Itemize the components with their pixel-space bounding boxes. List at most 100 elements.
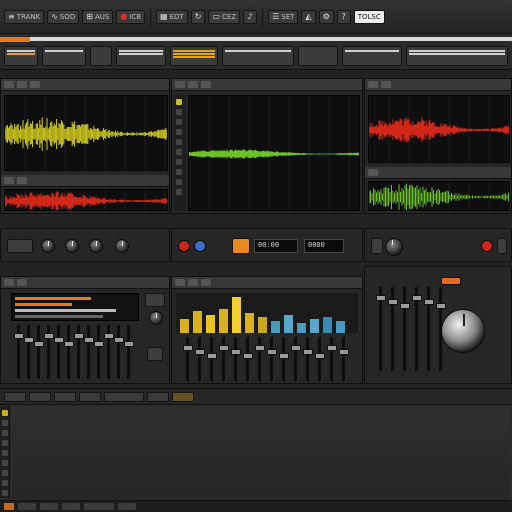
fader-track[interactable]: [97, 325, 100, 379]
menu-button[interactable]: ≡ TRANK: [4, 9, 45, 24]
fader-cap[interactable]: [63, 341, 74, 347]
fader-cap[interactable]: [399, 303, 410, 309]
send-knob[interactable]: [89, 239, 103, 253]
clip-led-button[interactable]: [481, 240, 493, 252]
fx-button[interactable]: [371, 238, 383, 254]
waveform-button[interactable]: ∿ SOD: [47, 9, 80, 24]
status-item[interactable]: [84, 503, 114, 510]
edit-mode-box[interactable]: [116, 46, 166, 66]
grid-box[interactable]: [342, 46, 402, 66]
loop-button[interactable]: ↻: [190, 9, 206, 24]
bank-select-button[interactable]: [147, 347, 163, 361]
tab-automation[interactable]: [172, 391, 194, 402]
record-button[interactable]: ● ICB: [116, 9, 146, 24]
master-gain-knob[interactable]: [385, 238, 403, 256]
fader-track[interactable]: [246, 337, 249, 381]
status-item[interactable]: [18, 503, 36, 510]
fader-cap[interactable]: [326, 345, 337, 351]
solo-button[interactable]: [232, 238, 250, 254]
fader-track[interactable]: [282, 337, 285, 381]
fader-cap[interactable]: [113, 337, 124, 343]
fader-cap[interactable]: [266, 349, 277, 355]
tab-browser[interactable]: [79, 391, 101, 402]
fader-track[interactable]: [222, 337, 225, 381]
fader-cap[interactable]: [435, 303, 446, 309]
fader-track[interactable]: [27, 325, 30, 379]
fader-cap[interactable]: [302, 349, 313, 355]
status-item[interactable]: [118, 503, 136, 510]
inspector-box[interactable]: [406, 46, 508, 66]
fader-cap[interactable]: [93, 341, 104, 347]
waveform-display-green-small[interactable]: [368, 181, 510, 211]
bus-knob[interactable]: [149, 311, 163, 325]
fader-track[interactable]: [342, 337, 345, 381]
fader-cap[interactable]: [206, 353, 217, 359]
fader-track[interactable]: [67, 325, 70, 379]
list-button[interactable]: ☰ SET: [268, 9, 299, 24]
grid-button[interactable]: ▦ EDT: [156, 9, 188, 24]
fader-cap[interactable]: [254, 345, 265, 351]
fader-track[interactable]: [270, 337, 273, 381]
clip-button[interactable]: ▭ CEZ: [208, 9, 241, 24]
fader-track[interactable]: [210, 337, 213, 381]
status-item[interactable]: [62, 503, 80, 510]
fader-cap[interactable]: [314, 353, 325, 359]
waveform-display-red[interactable]: [4, 189, 168, 211]
fader-cap[interactable]: [242, 353, 253, 359]
fader-track[interactable]: [186, 337, 189, 381]
mute-button[interactable]: [7, 239, 33, 253]
waveform-display-yellow[interactable]: [4, 95, 168, 171]
tab-tracks[interactable]: [4, 391, 26, 402]
fader-track[interactable]: [258, 337, 261, 381]
fader-cap[interactable]: [423, 299, 434, 305]
help-button[interactable]: ?: [336, 9, 351, 24]
fader-track[interactable]: [318, 337, 321, 381]
fader-track[interactable]: [57, 325, 60, 379]
fader-track[interactable]: [403, 287, 406, 371]
position-box[interactable]: [222, 46, 294, 66]
tab-mixer[interactable]: [147, 391, 169, 402]
fader-cap[interactable]: [338, 349, 349, 355]
fader-cap[interactable]: [33, 341, 44, 347]
tab-clips[interactable]: [29, 391, 51, 402]
mixer-button[interactable]: ⊞ AUS: [82, 9, 114, 24]
fader-cap[interactable]: [194, 349, 205, 355]
record-button[interactable]: [178, 240, 190, 252]
snap-box[interactable]: [90, 46, 112, 66]
fader-cap[interactable]: [218, 345, 229, 351]
fader-cap[interactable]: [411, 295, 422, 301]
master-volume-knob[interactable]: [441, 309, 485, 353]
fader-cap[interactable]: [387, 299, 398, 305]
fader-track[interactable]: [37, 325, 40, 379]
fader-cap[interactable]: [290, 345, 301, 351]
settings-button[interactable]: ⚙: [318, 9, 334, 24]
fader-track[interactable]: [234, 337, 237, 381]
eq-knob[interactable]: [115, 239, 129, 253]
zoom-box[interactable]: [298, 46, 338, 66]
waveform-display-green[interactable]: [188, 95, 360, 211]
fader-track[interactable]: [198, 337, 201, 381]
arrange-canvas[interactable]: [12, 407, 510, 499]
tempo-box[interactable]: [42, 46, 86, 66]
fader-cap[interactable]: [43, 333, 54, 339]
gain-knob[interactable]: [41, 239, 55, 253]
waveform-display-red-large[interactable]: [368, 95, 510, 163]
fader-track[interactable]: [127, 325, 130, 379]
fader-cap[interactable]: [182, 345, 193, 351]
bypass-button[interactable]: [497, 238, 507, 254]
tab-devices[interactable]: [54, 391, 76, 402]
metronome-button[interactable]: ◭: [301, 9, 316, 24]
fader-track[interactable]: [117, 325, 120, 379]
monitor-button[interactable]: [194, 240, 206, 252]
track-selector[interactable]: [4, 46, 38, 66]
fader-cap[interactable]: [53, 337, 64, 343]
fader-cap[interactable]: [375, 295, 386, 301]
fader-cap[interactable]: [123, 341, 134, 347]
fader-cap[interactable]: [13, 333, 24, 339]
status-item[interactable]: [40, 503, 58, 510]
note-button[interactable]: ♪: [243, 9, 258, 24]
marker-box[interactable]: [170, 46, 218, 66]
fader-cap[interactable]: [230, 349, 241, 355]
timeline-ruler[interactable]: [30, 37, 512, 41]
tab-editor[interactable]: [104, 391, 144, 402]
